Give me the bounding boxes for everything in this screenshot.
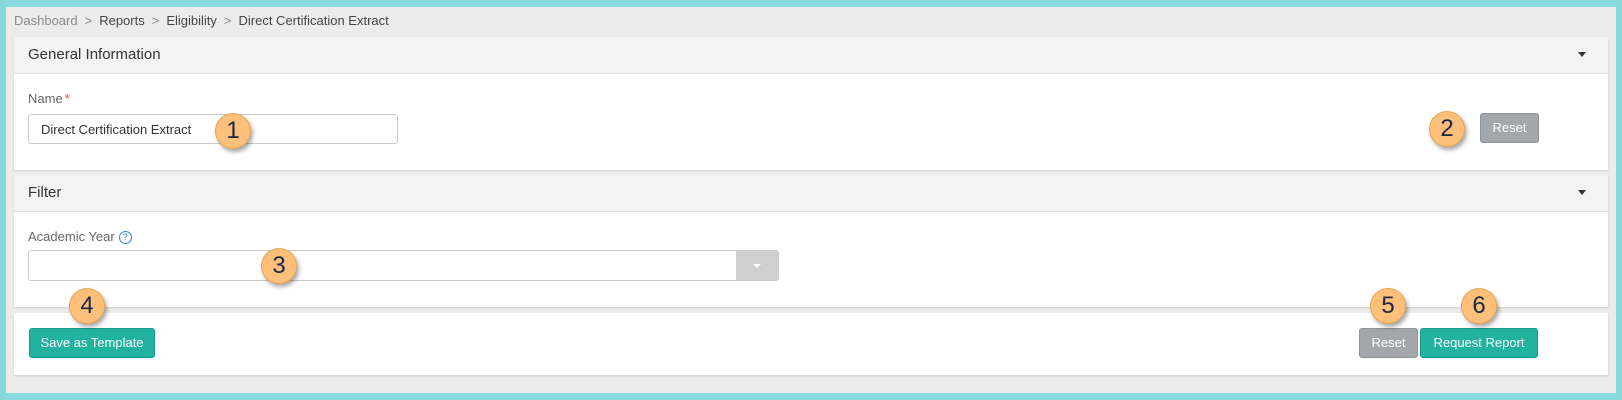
academic-year-label: Academic Year? bbox=[28, 229, 132, 244]
filter-title: Filter bbox=[28, 184, 62, 201]
general-information-panel: General Information Name* Reset bbox=[14, 37, 1608, 170]
collapse-caret-icon[interactable] bbox=[1578, 190, 1586, 195]
request-report-button[interactable]: Request Report bbox=[1420, 328, 1538, 358]
help-icon[interactable]: ? bbox=[118, 231, 132, 244]
general-reset-button[interactable]: Reset bbox=[1480, 113, 1539, 143]
breadcrumb-separator: > bbox=[151, 13, 160, 28]
breadcrumb-current-page: Direct Certification Extract bbox=[238, 13, 389, 28]
report-page: Dashboard > Reports > Eligibility > Direct Cer… bbox=[6, 7, 1616, 393]
breadcrumb: Dashboard > Reports > Eligibility > Direct Cer… bbox=[14, 13, 389, 29]
general-information-header[interactable]: General Information bbox=[14, 37, 1608, 74]
footer-reset-button[interactable]: Reset bbox=[1359, 328, 1418, 358]
name-input[interactable] bbox=[28, 114, 398, 144]
callout-3: 3 bbox=[261, 248, 297, 284]
callout-4: 4 bbox=[69, 288, 105, 324]
save-as-template-button[interactable]: Save as Template bbox=[29, 328, 155, 358]
breadcrumb-reports[interactable]: Reports bbox=[99, 13, 145, 28]
name-label-text: Name bbox=[28, 91, 63, 106]
academic-year-label-text: Academic Year bbox=[28, 229, 115, 244]
name-label: Name * bbox=[28, 91, 70, 106]
callout-2: 2 bbox=[1429, 111, 1465, 147]
collapse-caret-icon[interactable] bbox=[1578, 52, 1586, 57]
academic-year-select[interactable] bbox=[28, 250, 779, 281]
filter-header[interactable]: Filter bbox=[14, 175, 1608, 212]
breadcrumb-dashboard[interactable]: Dashboard bbox=[14, 13, 78, 28]
callout-6: 6 bbox=[1461, 288, 1497, 324]
callout-5: 5 bbox=[1370, 288, 1406, 324]
select-dropdown-button[interactable] bbox=[736, 251, 778, 280]
breadcrumb-separator: > bbox=[223, 13, 232, 28]
required-asterisk: * bbox=[64, 91, 70, 106]
general-information-title: General Information bbox=[28, 46, 161, 63]
filter-panel: Filter Academic Year? bbox=[14, 175, 1608, 307]
footer-actions-panel: Save as Template Reset Request Report bbox=[14, 313, 1608, 375]
breadcrumb-eligibility[interactable]: Eligibility bbox=[166, 13, 217, 28]
chevron-down-icon bbox=[753, 264, 761, 268]
callout-1: 1 bbox=[215, 113, 251, 149]
breadcrumb-separator: > bbox=[84, 13, 93, 28]
